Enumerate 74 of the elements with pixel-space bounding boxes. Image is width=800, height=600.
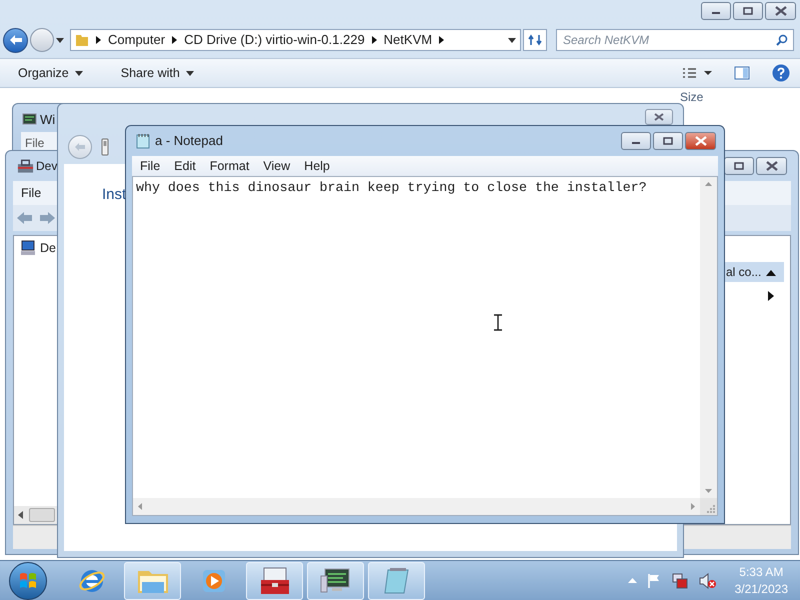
four-pane-flag-icon — [18, 570, 38, 590]
dropdown-icon — [508, 38, 516, 42]
minimize-button[interactable] — [621, 132, 651, 150]
close-icon — [766, 161, 778, 171]
search-field[interactable]: Search NetKVM — [556, 29, 794, 51]
breadcrumb-item[interactable]: CD Drive (D:) virtio-win-0.1.229 — [184, 30, 365, 50]
breadcrumb-item[interactable]: Computer — [108, 30, 166, 50]
address-bar[interactable]: Computer CD Drive (D:) virtio-win-0.1.229 NetKVM — [70, 29, 521, 51]
notepad-icon — [382, 566, 412, 596]
close-icon — [654, 113, 664, 121]
back-arrow-icon — [75, 143, 85, 151]
close-icon — [694, 136, 706, 146]
menu-item[interactable]: Edit — [168, 156, 202, 176]
taskbar-app-button[interactable] — [246, 562, 303, 600]
history-dropdown-icon — [56, 38, 64, 42]
grip-dots-icon — [707, 505, 715, 513]
collapse-icon[interactable] — [766, 270, 776, 276]
expand-arrow-icon[interactable] — [768, 291, 774, 301]
maximize-button[interactable] — [653, 132, 683, 150]
view-options-icon[interactable] — [682, 67, 712, 79]
taskbar-app-button[interactable] — [307, 562, 364, 600]
search-icon[interactable] — [776, 34, 788, 46]
back-arrow-icon — [10, 35, 22, 45]
group-header[interactable]: al co... — [724, 262, 784, 282]
close-button[interactable] — [756, 157, 787, 175]
caret-icon — [74, 70, 83, 76]
breadcrumb-arrow-icon — [372, 36, 377, 44]
text-cursor-icon — [494, 314, 502, 331]
refresh-arrows-icon — [528, 34, 542, 46]
maximize-icon — [743, 7, 753, 15]
start-button[interactable] — [9, 562, 47, 600]
maximize-button[interactable] — [724, 157, 754, 175]
notepad-icon — [136, 133, 150, 149]
breadcrumb-item[interactable]: NetKVM — [384, 30, 432, 50]
menu-item[interactable]: File — [21, 184, 42, 202]
breadcrumb-arrow-icon — [96, 36, 101, 44]
menu-item[interactable]: File — [134, 156, 166, 176]
breadcrumb-arrow-icon — [439, 36, 444, 44]
maximize-icon — [734, 162, 744, 170]
menu-item[interactable]: Help — [298, 156, 336, 176]
usb-drive-icon — [100, 138, 110, 156]
refresh-button[interactable] — [523, 29, 547, 51]
horizontal-scrollbar[interactable] — [14, 506, 57, 524]
maximize-icon — [663, 137, 673, 145]
menu-item[interactable]: Format — [204, 156, 256, 176]
close-icon — [774, 6, 786, 16]
column-header[interactable]: Size — [680, 91, 704, 104]
toolbar-menu-button[interactable]: Organize — [10, 64, 91, 82]
folder-icon — [75, 33, 89, 47]
installer-heading: Inst — [102, 186, 126, 203]
monitor-icon — [318, 566, 352, 596]
minimize-button[interactable] — [701, 2, 731, 20]
muted-speaker-icon[interactable] — [698, 572, 717, 588]
caret-icon — [186, 70, 194, 76]
close-button[interactable] — [645, 109, 673, 125]
help-icon[interactable] — [772, 64, 790, 82]
network-error-icon[interactable] — [670, 572, 689, 590]
text-content[interactable]: why does this dinosaur brain keep trying to close the installer? — [136, 180, 647, 195]
breadcrumb-arrow-icon — [172, 36, 178, 44]
close-button[interactable] — [765, 2, 796, 20]
device-manager-icon — [17, 158, 34, 174]
scroll-left-icon[interactable] — [18, 511, 23, 519]
window-title: Wi — [40, 111, 56, 129]
close-button[interactable] — [685, 132, 716, 150]
menu-item[interactable]: View — [257, 156, 296, 176]
toolbar-menu-button[interactable]: Share with — [112, 64, 202, 82]
maximize-button[interactable] — [733, 2, 763, 20]
back-button[interactable] — [3, 28, 28, 52]
window-title: a - Notepad — [155, 132, 223, 150]
preview-pane-icon[interactable] — [734, 66, 750, 80]
tree-item[interactable]: De — [40, 239, 56, 258]
computer-icon — [20, 240, 36, 256]
resize-grip[interactable] — [700, 498, 717, 515]
window-title: Dev — [36, 158, 58, 175]
